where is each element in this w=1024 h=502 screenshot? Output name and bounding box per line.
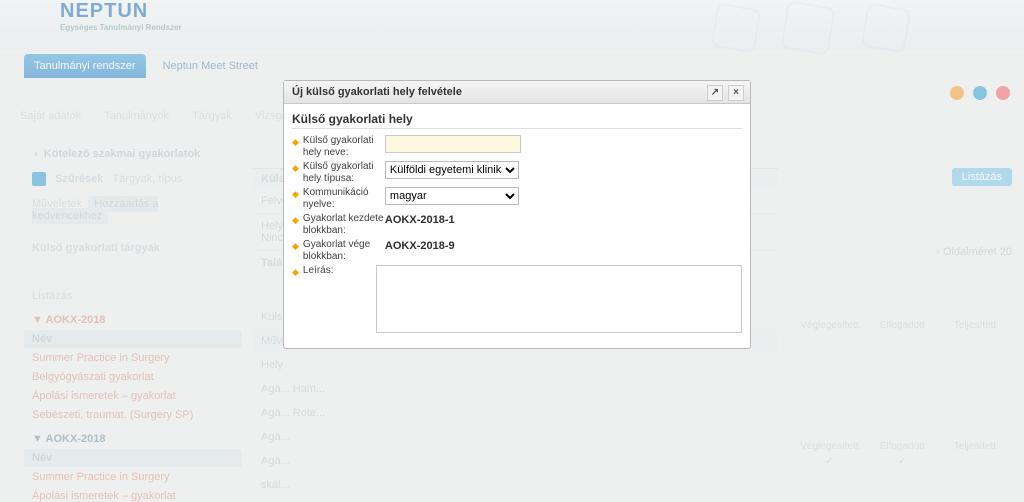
- neptun-logo: NEPTUN Egységes Tanulmányi Rendszer: [60, 0, 182, 32]
- logo-subtitle: Egységes Tanulmányi Rendszer: [60, 23, 182, 32]
- label-language: Kommunikáció nyelve:: [303, 187, 385, 211]
- diamond-icon: ◆: [292, 213, 299, 227]
- end-block-value: AOKX-2018-9: [385, 239, 455, 252]
- diamond-icon: ◆: [292, 265, 299, 279]
- language-select[interactable]: magyar: [385, 187, 519, 205]
- new-practice-place-dialog: Új külső gyakorlati hely felvétele ↗ × K…: [283, 80, 751, 349]
- label-place-type: Külső gyakorlati hely típusa:: [303, 161, 385, 185]
- blue-icon[interactable]: [973, 86, 987, 100]
- menu-studies[interactable]: Tanulmányok: [104, 110, 169, 122]
- diamond-icon: ◆: [292, 187, 299, 201]
- diamond-icon: ◆: [292, 239, 299, 253]
- description-textarea[interactable]: [376, 265, 742, 333]
- group-2-label: AOKX-2018: [46, 433, 106, 445]
- check-icon: ✓: [794, 456, 864, 467]
- app-header: NEPTUN Egységes Tanulmányi Rendszer: [0, 0, 1024, 50]
- menu-subjects[interactable]: Tárgyak: [192, 110, 232, 122]
- close-icon[interactable]: ×: [728, 85, 744, 101]
- table-row[interactable]: Aga...: [253, 449, 777, 473]
- left-panel: Szűrések Tárgyak, típus Műveletek Hozzáa…: [24, 168, 242, 502]
- list-item[interactable]: Summer Practice in Surgery: [24, 349, 242, 367]
- place-name-input[interactable]: [385, 135, 521, 153]
- right-panel: Listázás › Oldalméret 20: [784, 168, 1012, 258]
- system-tabs: Tanulmányi rendszer Neptun Meet Street: [24, 54, 272, 78]
- tab-study-system[interactable]: Tanulmányi rendszer: [24, 54, 146, 78]
- pager[interactable]: › Oldalméret 20: [784, 246, 1012, 258]
- globe-icon[interactable]: [950, 86, 964, 100]
- label-start-block: Gyakorlat kezdete blokkban:: [303, 213, 385, 237]
- list-item[interactable]: Ápolási ismeretek – gyakorlat: [24, 387, 242, 405]
- group-2[interactable]: ▼ AOKX-2018: [24, 430, 242, 448]
- filters-value: Tárgyak, típus: [113, 173, 183, 185]
- col-accepted: Elfogadott: [867, 441, 937, 452]
- col-header-name-2: Név: [24, 449, 242, 467]
- col-accepted: Elfogadott: [867, 320, 937, 331]
- pager-text: Oldalméret 20: [943, 246, 1012, 258]
- top-right-icons: [944, 86, 1010, 103]
- place-type-select[interactable]: Külföldi egyetemi klinika: [385, 161, 519, 179]
- list-item[interactable]: Summer Practice in Surgery: [24, 468, 242, 486]
- list-label: Listázás: [24, 287, 242, 305]
- list-button[interactable]: Listázás: [952, 168, 1012, 186]
- list-item[interactable]: Ápolási ismeretek – gyakorlat: [24, 487, 242, 502]
- table-row[interactable]: Aga... Ham...: [253, 377, 777, 401]
- dialog-titlebar[interactable]: Új külső gyakorlati hely felvétele ↗ ×: [284, 81, 750, 104]
- menu-own-data[interactable]: Saját adatok: [20, 110, 81, 122]
- group-1[interactable]: ▼ AOKX-2018: [24, 311, 242, 329]
- label-description: Leírás:: [303, 265, 376, 277]
- breadcrumb: › Kötelező szakmai gyakorlatok: [34, 148, 200, 160]
- breadcrumb-text: Kötelező szakmai gyakorlatok: [44, 148, 201, 160]
- label-end-block: Gyakorlat vége blokkban:: [303, 239, 385, 263]
- check-icon: ✓: [867, 456, 937, 467]
- group-1-label: AOKX-2018: [46, 314, 106, 326]
- diamond-icon: ◆: [292, 161, 299, 175]
- table-header-hely-2: Hely: [253, 353, 777, 377]
- filters-row: Szűrések Tárgyak, típus: [24, 169, 242, 189]
- red-icon[interactable]: [996, 86, 1010, 100]
- dialog-section-title: Külső gyakorlati hely: [292, 112, 742, 129]
- label-place-name: Külső gyakorlati hely neve:: [303, 135, 385, 159]
- actionbar: Műveletek Hozzáadás a kedvencekhez: [24, 195, 242, 225]
- arrow-icon[interactable]: [32, 172, 46, 186]
- dialog-body: Külső gyakorlati hely ◆ Külső gyakorlati…: [284, 104, 750, 348]
- list-item[interactable]: Belgyógyászati gyakorlat: [24, 368, 242, 386]
- status-columns: Véglegesített Elfogadott Teljesített Vég…: [794, 320, 1010, 467]
- col-finalized: Véglegesített: [794, 320, 864, 331]
- start-block-value: AOKX-2018-1: [385, 213, 455, 226]
- tab-meet-street[interactable]: Neptun Meet Street: [153, 54, 268, 78]
- filters-label: Szűrések: [55, 173, 103, 185]
- col-header-name: Név: [24, 330, 242, 348]
- table-row[interactable]: Aga... Rote...: [253, 401, 777, 425]
- col-completed: Teljesített: [940, 441, 1010, 452]
- col-completed: Teljesített: [940, 320, 1010, 331]
- list-item[interactable]: Sebészeti, traumat. (Surgery SP): [24, 406, 242, 424]
- diamond-icon: ◆: [292, 135, 299, 149]
- table-row[interactable]: skál...: [253, 473, 777, 497]
- col-finalized: Véglegesített: [794, 441, 864, 452]
- left-section-title: Külső gyakorlati tárgyak: [24, 239, 242, 257]
- header-decoration: [674, 0, 994, 50]
- popout-icon[interactable]: ↗: [707, 85, 723, 101]
- logo-text: NEPTUN: [60, 0, 148, 22]
- dialog-title: Új külső gyakorlati hely felvétele: [292, 86, 462, 98]
- table-row[interactable]: Aga...: [253, 425, 777, 449]
